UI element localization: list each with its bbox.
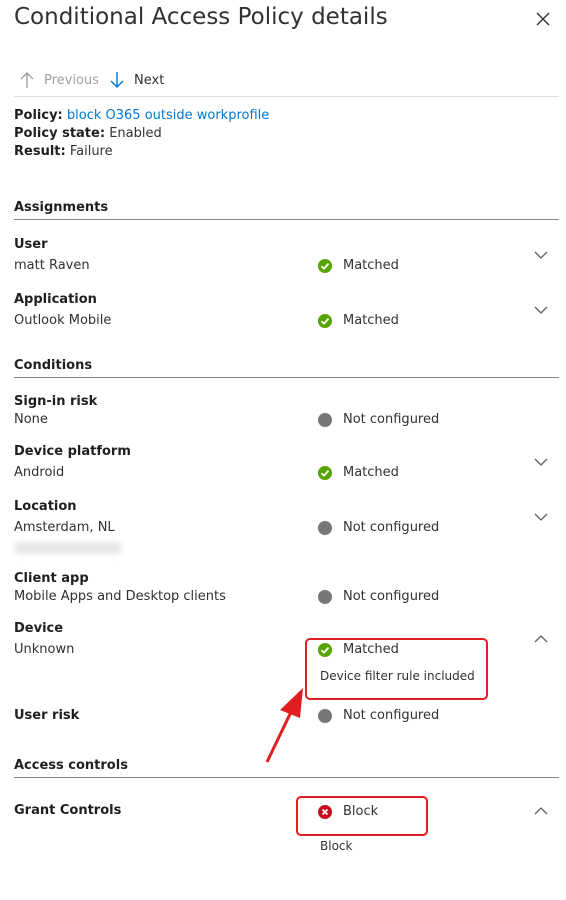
section-divider bbox=[14, 377, 559, 378]
device-status: Matched bbox=[318, 642, 399, 657]
section-divider bbox=[14, 219, 559, 220]
arrow-down-icon bbox=[110, 72, 124, 88]
client-app-status: Not configured bbox=[318, 589, 439, 604]
sign-in-risk-label: Sign-in risk bbox=[14, 394, 98, 409]
redacted-text bbox=[14, 542, 122, 554]
location-label: Location bbox=[14, 499, 77, 514]
circle-icon bbox=[318, 412, 332, 427]
previous-button[interactable]: Previous bbox=[20, 70, 99, 90]
arrow-up-icon bbox=[20, 72, 34, 88]
chevron-down-icon[interactable] bbox=[533, 302, 549, 318]
chevron-up-icon[interactable] bbox=[533, 803, 549, 819]
device-label: Device bbox=[14, 621, 64, 636]
device-detail: Device filter rule included bbox=[320, 669, 475, 683]
next-label: Next bbox=[134, 72, 165, 88]
result-value: Failure bbox=[69, 144, 113, 159]
location-status: Not configured bbox=[318, 520, 439, 535]
application-label: Application bbox=[14, 292, 97, 307]
user-value: matt Raven bbox=[14, 258, 90, 273]
check-circle-icon bbox=[318, 258, 332, 273]
grant-controls-label: Grant Controls bbox=[14, 803, 122, 818]
annotation-arrow bbox=[265, 688, 303, 763]
error-circle-icon bbox=[318, 804, 332, 819]
device-platform-label: Device platform bbox=[14, 444, 131, 459]
application-status: Matched bbox=[318, 313, 399, 328]
device-platform-value: Android bbox=[14, 465, 65, 480]
chevron-down-icon[interactable] bbox=[533, 454, 549, 470]
grant-status: Block bbox=[318, 804, 378, 819]
policy-state-line: Policy state: Enabled bbox=[14, 125, 162, 143]
grant-detail: Block bbox=[320, 839, 353, 853]
close-icon[interactable] bbox=[534, 10, 552, 28]
client-app-value: Mobile Apps and Desktop clients bbox=[14, 589, 226, 604]
location-value: Amsterdam, NL bbox=[14, 520, 115, 535]
sign-in-risk-status: Not configured bbox=[318, 412, 439, 427]
chevron-up-icon[interactable] bbox=[533, 631, 549, 647]
application-value: Outlook Mobile bbox=[14, 313, 112, 328]
policy-state-value: Enabled bbox=[109, 126, 162, 141]
chevron-down-icon[interactable] bbox=[533, 247, 549, 263]
user-risk-label: User risk bbox=[14, 708, 80, 723]
next-button[interactable]: Next bbox=[110, 70, 164, 90]
policy-link[interactable]: block O365 outside workprofile bbox=[67, 108, 269, 123]
check-circle-icon bbox=[318, 465, 332, 480]
device-platform-status: Matched bbox=[318, 465, 399, 480]
user-status: Matched bbox=[318, 258, 399, 273]
chevron-down-icon[interactable] bbox=[533, 509, 549, 525]
page-title: Conditional Access Policy details bbox=[14, 4, 388, 30]
policy-state-label: Policy state: bbox=[14, 126, 106, 141]
circle-icon bbox=[318, 520, 332, 535]
section-conditions: Conditions bbox=[14, 358, 93, 373]
user-risk-status: Not configured bbox=[318, 708, 439, 723]
circle-icon bbox=[318, 589, 332, 604]
user-label: User bbox=[14, 237, 48, 252]
check-circle-icon bbox=[318, 313, 332, 328]
check-circle-icon bbox=[318, 642, 332, 657]
result-line: Result: Failure bbox=[14, 143, 113, 161]
sign-in-risk-value: None bbox=[14, 412, 48, 427]
section-assignments: Assignments bbox=[14, 200, 109, 215]
device-value: Unknown bbox=[14, 642, 75, 657]
section-divider bbox=[14, 777, 559, 778]
section-access-controls: Access controls bbox=[14, 758, 128, 773]
result-label: Result: bbox=[14, 144, 66, 159]
divider bbox=[14, 96, 559, 97]
policy-line: Policy: block O365 outside workprofile bbox=[14, 107, 269, 125]
previous-label: Previous bbox=[44, 72, 99, 88]
policy-label: Policy: bbox=[14, 108, 63, 123]
client-app-label: Client app bbox=[14, 571, 89, 586]
